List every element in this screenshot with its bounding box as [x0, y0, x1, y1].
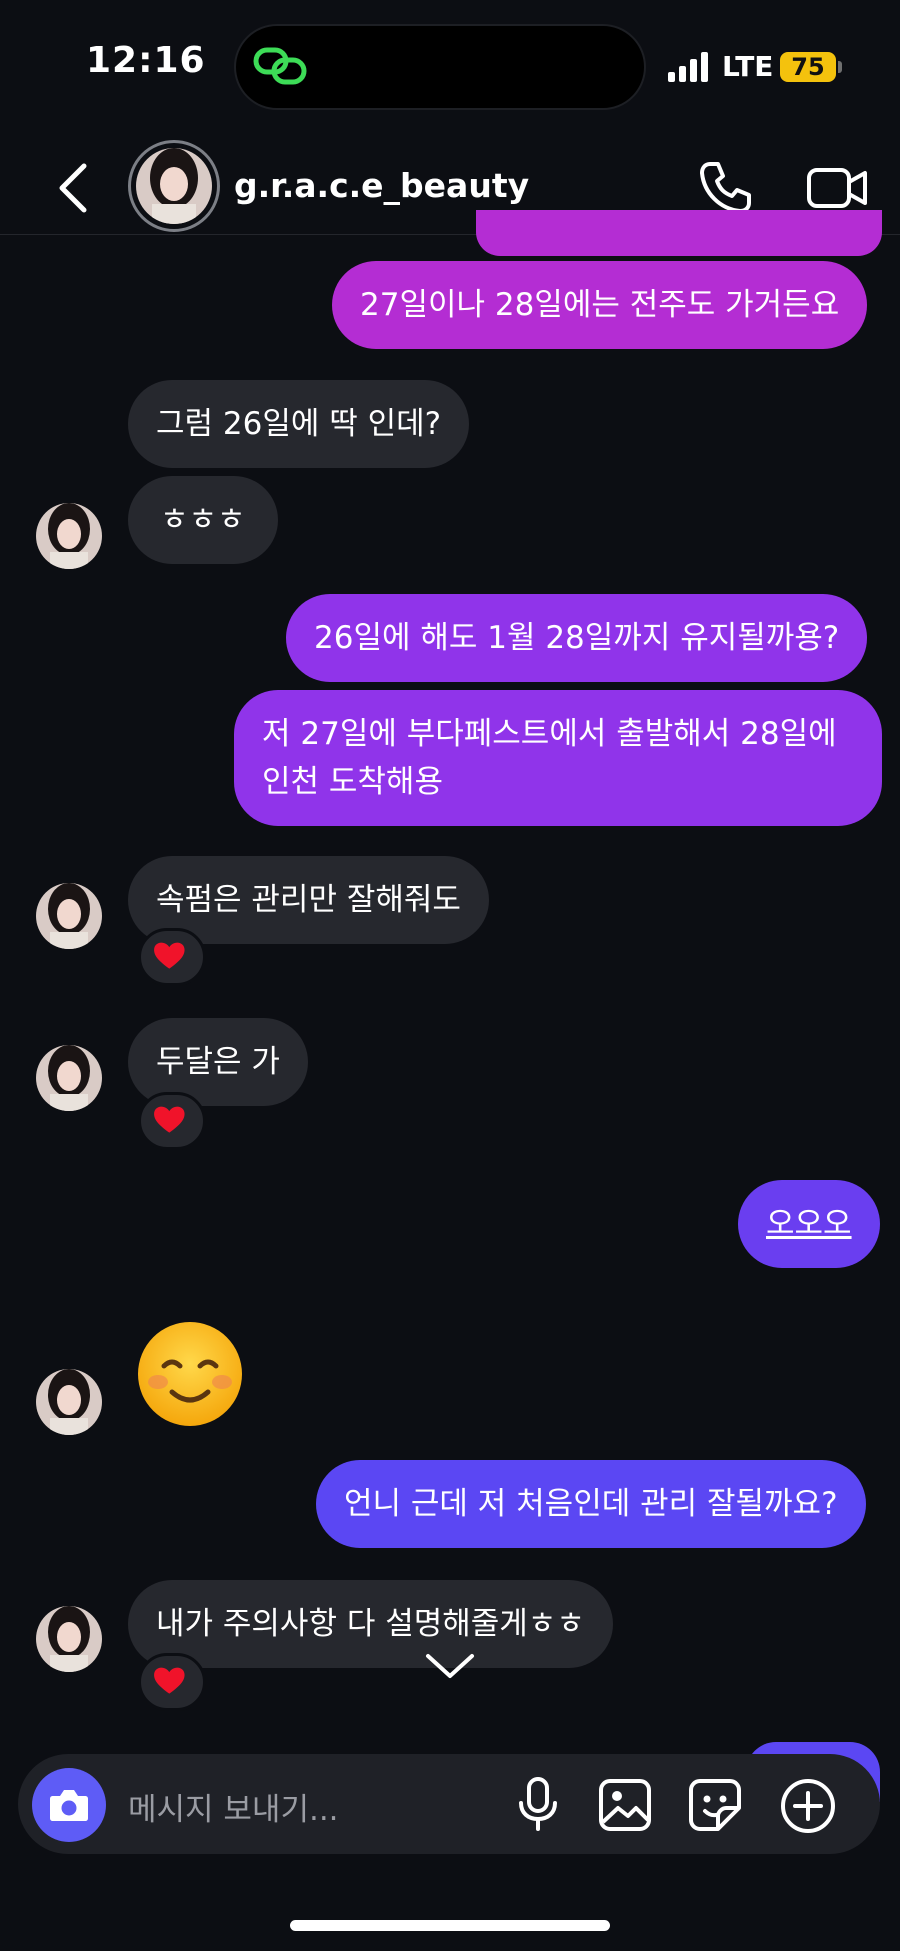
- plus-circle-icon[interactable]: [780, 1778, 836, 1834]
- message-bubble-outgoing[interactable]: 언니 근데 저 처음인데 관리 잘될까요?: [316, 1460, 866, 1548]
- network-type: LTE: [722, 50, 774, 83]
- heart-icon: [154, 1106, 185, 1133]
- heart-icon: [154, 1667, 185, 1694]
- avatar[interactable]: [36, 1369, 102, 1435]
- avatar[interactable]: [36, 1045, 102, 1111]
- reaction-badge[interactable]: [138, 1092, 206, 1150]
- reaction-badge[interactable]: [138, 1653, 206, 1711]
- chevron-left-icon[interactable]: [52, 160, 92, 216]
- message-bubble-incoming[interactable]: 그럼 26일에 딱 인데?: [128, 380, 470, 468]
- heart-icon: [154, 942, 185, 969]
- message-bubble-incoming[interactable]: ㅎㅎㅎ: [128, 476, 278, 564]
- chevron-down-icon[interactable]: [424, 1650, 476, 1682]
- message-bubble-outgoing[interactable]: 오오오: [738, 1180, 880, 1268]
- avatar[interactable]: [36, 503, 102, 569]
- battery-tip: [838, 61, 842, 73]
- link-rings-icon: [253, 47, 307, 85]
- sticker-icon[interactable]: [688, 1778, 742, 1832]
- phone-icon[interactable]: [696, 158, 754, 216]
- signal-icon: [668, 52, 708, 82]
- avatar[interactable]: [36, 1606, 102, 1672]
- avatar[interactable]: [136, 148, 212, 224]
- message-bubble-incoming[interactable]: 두달은 가: [128, 1018, 308, 1106]
- battery-level: 75: [780, 52, 836, 82]
- message-bubble-outgoing[interactable]: 26일에 해도 1월 28일까지 유지될까용?: [286, 594, 868, 682]
- home-indicator[interactable]: [290, 1920, 610, 1931]
- chat-username[interactable]: g.r.a.c.e_beauty: [234, 166, 529, 205]
- camera-icon: [50, 1790, 88, 1821]
- image-icon[interactable]: [598, 1778, 652, 1832]
- video-camera-icon[interactable]: [806, 160, 870, 216]
- message-input[interactable]: 메시지 보내기...: [128, 1784, 339, 1829]
- avatar[interactable]: [36, 883, 102, 949]
- message-bubble-outgoing[interactable]: 저 27일에 부다페스트에서 출발해서 28일에 인천 도착해용: [234, 690, 882, 826]
- camera-button[interactable]: [32, 1768, 106, 1842]
- message-bubble-incoming[interactable]: 내가 주의사항 다 설명해줄게ㅎㅎ: [128, 1580, 613, 1668]
- message-bubble-partial[interactable]: [476, 210, 882, 256]
- message-bubble-outgoing[interactable]: 27일이나 28일에는 전주도 가거든요: [332, 261, 868, 349]
- status-time: 12:16: [86, 40, 206, 81]
- smiling-emoji-icon: [138, 1322, 242, 1426]
- microphone-icon[interactable]: [512, 1776, 564, 1832]
- reaction-badge[interactable]: [138, 928, 206, 986]
